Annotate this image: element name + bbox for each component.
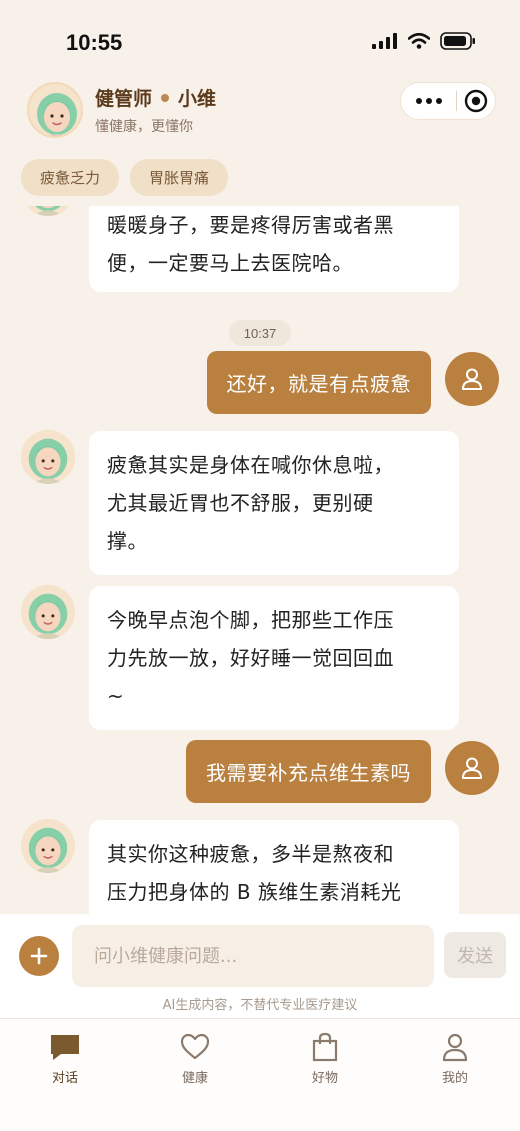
message-line: 暖暖身子，要是疼得厉害或者黑 bbox=[107, 213, 394, 237]
tab-health[interactable]: 健康 bbox=[130, 1019, 260, 1131]
tab-profile[interactable]: 我的 bbox=[390, 1019, 520, 1131]
message-line: 其实你这种疲惫，多半是熬夜和 bbox=[107, 842, 394, 866]
more-menu-icon[interactable] bbox=[401, 83, 456, 119]
assistant-avatar[interactable] bbox=[27, 82, 83, 138]
wifi-icon bbox=[408, 33, 430, 49]
miniapp-capsule bbox=[400, 82, 496, 120]
message-line: 压力把身体的 B 族维生素消耗光 bbox=[107, 880, 402, 904]
message-line: 力先放一放，好好睡一觉回回血 bbox=[107, 646, 394, 670]
user-icon bbox=[439, 1031, 471, 1063]
message-line: ~ bbox=[107, 684, 125, 708]
status-icons bbox=[372, 32, 476, 50]
assistant-avatar-small bbox=[21, 206, 75, 216]
tab-label: 我的 bbox=[441, 1071, 468, 1086]
header-role: 健管师 bbox=[95, 88, 153, 110]
chat-list[interactable]: 暖暖身子，要是疼得厉害或者黑 便，一定要马上去医院哈。 10:37 还好，就是有… bbox=[0, 206, 520, 914]
shopping-bag-icon bbox=[309, 1031, 341, 1063]
user-avatar bbox=[445, 352, 499, 406]
tab-goods[interactable]: 好物 bbox=[260, 1019, 390, 1131]
user-message: 我需要补充点维生素吗 bbox=[186, 740, 431, 803]
send-button[interactable]: 发送 bbox=[444, 932, 506, 978]
chat-header: 健管师 小维 懂健康，更懂你 bbox=[0, 78, 520, 150]
header-subtitle: 懂健康，更懂你 bbox=[95, 119, 193, 135]
assistant-message: 今晚早点泡个脚，把那些工作压 力先放一放，好好睡一觉回回血 ~ bbox=[89, 586, 459, 730]
status-bar: 10:55 bbox=[0, 0, 520, 78]
assistant-message: 其实你这种疲惫，多半是熬夜和 压力把身体的 B 族维生素消耗光 bbox=[89, 820, 459, 914]
timestamp-pill: 10:37 bbox=[229, 320, 291, 346]
title-separator-dot bbox=[161, 93, 170, 102]
tab-label: 健康 bbox=[181, 1071, 208, 1086]
message-line: 尤其最近胃也不舒服，更别硬 bbox=[107, 491, 374, 515]
bottom-tab-bar: 对话 健康 好物 我的 bbox=[0, 1018, 520, 1131]
assistant-avatar-small bbox=[21, 585, 75, 639]
user-avatar-icon bbox=[462, 368, 482, 390]
tab-chat[interactable]: 对话 bbox=[0, 1019, 130, 1131]
tag-fatigue[interactable]: 疲惫乏力 bbox=[21, 159, 120, 196]
user-avatar-icon bbox=[462, 757, 482, 779]
assistant-message: 疲惫其实是身体在喊你休息啦， 尤其最近胃也不舒服，更别硬 撑。 bbox=[89, 431, 459, 575]
status-time: 10:55 bbox=[66, 30, 123, 55]
header-title: 健管师 小维 bbox=[95, 84, 216, 111]
heart-icon bbox=[179, 1031, 211, 1063]
input-area: 发送 AI生成内容，不替代专业医疗建议 bbox=[0, 914, 520, 1018]
message-line: 撑。 bbox=[107, 529, 148, 553]
cellular-signal-icon bbox=[372, 33, 397, 49]
tab-label: 对话 bbox=[51, 1071, 78, 1086]
ai-disclaimer: AI生成内容，不替代专业医疗建议 bbox=[162, 998, 358, 1013]
chat-input[interactable] bbox=[72, 925, 434, 987]
user-avatar bbox=[445, 741, 499, 795]
message-line: 便，一定要马上去医院哈。 bbox=[107, 251, 353, 275]
battery-icon bbox=[440, 32, 475, 50]
assistant-avatar-small bbox=[21, 819, 75, 873]
tab-label: 好物 bbox=[311, 1071, 338, 1086]
message-line: 今晚早点泡个脚，把那些工作压 bbox=[107, 608, 394, 632]
header-assistant-name: 小维 bbox=[178, 88, 217, 110]
quick-tags: 疲惫乏力 胃胀胃痛 bbox=[21, 159, 229, 196]
plus-icon bbox=[30, 947, 48, 965]
assistant-avatar-image bbox=[29, 84, 81, 136]
assistant-message: 暖暖身子，要是疼得厉害或者黑 便，一定要马上去医院哈。 bbox=[89, 206, 459, 292]
user-message: 还好，就是有点疲惫 bbox=[206, 351, 431, 414]
tag-stomach[interactable]: 胃胀胃痛 bbox=[130, 159, 229, 196]
message-line: 疲惫其实是身体在喊你休息啦， bbox=[107, 453, 394, 477]
chat-icon bbox=[49, 1031, 81, 1063]
assistant-avatar-small bbox=[21, 430, 75, 484]
add-attachment-button[interactable] bbox=[19, 936, 59, 976]
close-miniapp-icon[interactable] bbox=[457, 89, 495, 113]
